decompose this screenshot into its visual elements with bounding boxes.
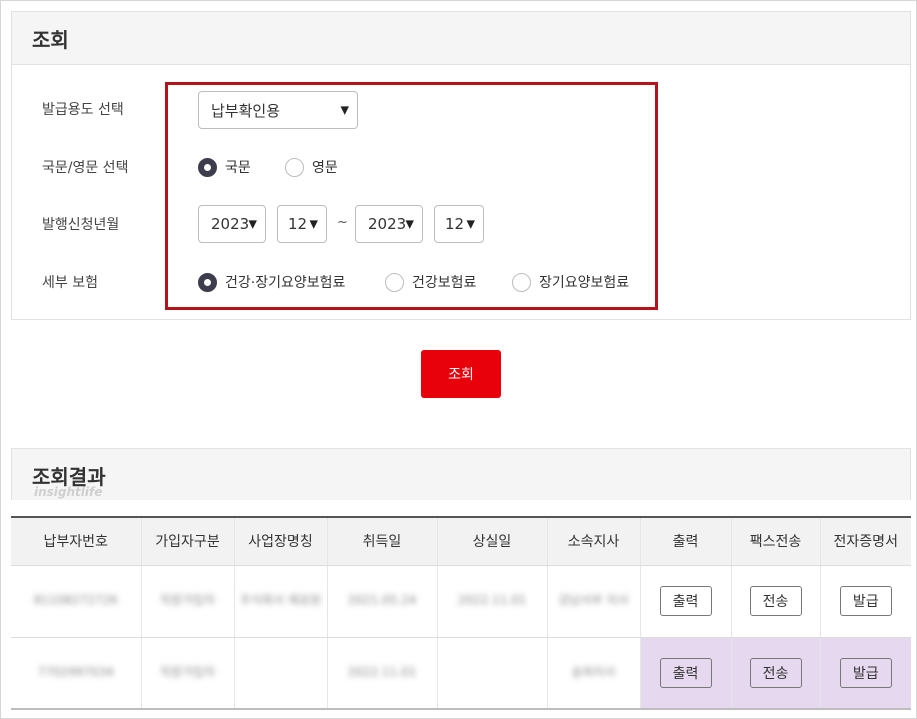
results-header: 조회결과 insightlife (11, 448, 911, 500)
column-header: 소속지사 (546, 516, 640, 566)
to-month-select[interactable]: 12 ▼ (434, 205, 484, 243)
table-header-row: 납부자번호 가입자구분 사업장명칭 취득일 상실일 소속지사 출력 팩스전송 전… (11, 516, 911, 566)
fax-cell: 전송 (730, 637, 820, 710)
insurance-radio-longterm[interactable]: 장기요양보험료 (512, 272, 629, 292)
chevron-down-icon: ▼ (309, 217, 318, 231)
print-button[interactable]: 출력 (659, 657, 712, 688)
purpose-select-value: 납부확인용 (211, 101, 281, 120)
chevron-down-icon: ▼ (466, 217, 475, 231)
fax-send-button[interactable]: 전송 (749, 586, 802, 616)
payer-number-cell: 81108272726 (11, 565, 141, 638)
insurance-label: 세부 보험 (42, 275, 98, 291)
search-panel-title: 조회 (32, 27, 69, 52)
insurance-radio-longterm-label: 장기요양보험료 (539, 275, 630, 291)
from-year-value: 2023 (211, 215, 250, 233)
workplace-cell (233, 637, 327, 710)
print-cell: 출력 (639, 637, 731, 710)
table-row: 7702997034 직장가입자 2022.11.01 송파지사 출력 전송 발… (11, 637, 911, 710)
radio-unselected-icon (385, 272, 404, 292)
issue-cert-button[interactable]: 발급 (839, 586, 892, 616)
to-month-value: 12 (445, 215, 465, 233)
branch-cell: 송파지사 (546, 637, 640, 710)
radio-selected-icon (198, 157, 217, 177)
fax-send-button[interactable]: 전송 (749, 657, 802, 688)
cert-cell: 발급 (819, 637, 911, 710)
issue-cert-button[interactable]: 발급 (839, 657, 892, 688)
column-header: 사업장명칭 (233, 516, 327, 566)
print-cell: 출력 (639, 565, 731, 638)
insurance-radio-combined-label: 건강·장기요양보험료 (225, 275, 346, 291)
print-button[interactable]: 출력 (659, 586, 712, 616)
column-header: 팩스전송 (730, 516, 820, 566)
column-header: 가입자구분 (140, 516, 234, 566)
fax-cell: 전송 (730, 565, 820, 638)
period-separator: ~ (337, 215, 348, 230)
insurance-radio-combined[interactable]: 건강·장기요양보험료 (198, 272, 345, 292)
acquired-date-cell: 2022.11.01 (326, 637, 437, 710)
payer-number-cell: 7702997034 (11, 637, 141, 710)
period-label: 발행신청년월 (42, 217, 120, 233)
watermark-logo: insightlife (34, 485, 103, 499)
from-year-select[interactable]: 2023 ▼ (198, 205, 266, 243)
member-type-cell: 직장가입자 (140, 565, 234, 638)
insurance-radio-health[interactable]: 건강보험료 (385, 272, 476, 292)
insurance-radio-health-label: 건강보험료 (412, 275, 477, 291)
purpose-label: 발급용도 선택 (42, 102, 124, 118)
column-header: 상실일 (436, 516, 547, 566)
search-button[interactable]: 조회 (421, 350, 501, 398)
purpose-select[interactable]: 납부확인용 ▼ (198, 91, 358, 129)
to-year-value: 2023 (368, 215, 407, 233)
chevron-down-icon: ▼ (340, 103, 349, 117)
language-radio-korean-label: 국문 (225, 160, 251, 176)
lost-date-cell: 2022.11.01 (436, 565, 547, 638)
language-radio-english-label: 영문 (312, 160, 338, 176)
to-year-select[interactable]: 2023 ▼ (355, 205, 423, 243)
cert-cell: 발급 (819, 565, 911, 638)
branch-cell: 강남서부 지사 (546, 565, 640, 638)
column-header: 납부자번호 (11, 516, 141, 566)
language-label: 국문/영문 선택 (42, 160, 129, 176)
radio-unselected-icon (512, 272, 531, 292)
search-panel-header: 조회 (12, 12, 910, 65)
language-radio-korean[interactable]: 국문 (198, 157, 251, 177)
radio-unselected-icon (285, 157, 304, 177)
column-header: 전자증명서 (819, 516, 911, 566)
table-row: 81108272726 직장가입자 주식회사 제로원 2021.05.24 20… (11, 565, 911, 638)
member-type-cell: 직장가입자 (140, 637, 234, 710)
acquired-date-cell: 2021.05.24 (326, 565, 437, 638)
lost-date-cell (436, 637, 547, 710)
chevron-down-icon: ▼ (248, 217, 257, 231)
from-month-select[interactable]: 12 ▼ (277, 205, 327, 243)
radio-selected-icon (198, 272, 217, 292)
chevron-down-icon: ▼ (405, 217, 414, 231)
column-header: 출력 (639, 516, 731, 566)
column-header: 취득일 (326, 516, 437, 566)
workplace-cell: 주식회사 제로원 (233, 565, 327, 638)
from-month-value: 12 (288, 215, 308, 233)
language-radio-english[interactable]: 영문 (285, 157, 338, 177)
results-table: 납부자번호 가입자구분 사업장명칭 취득일 상실일 소속지사 출력 팩스전송 전… (11, 516, 911, 710)
